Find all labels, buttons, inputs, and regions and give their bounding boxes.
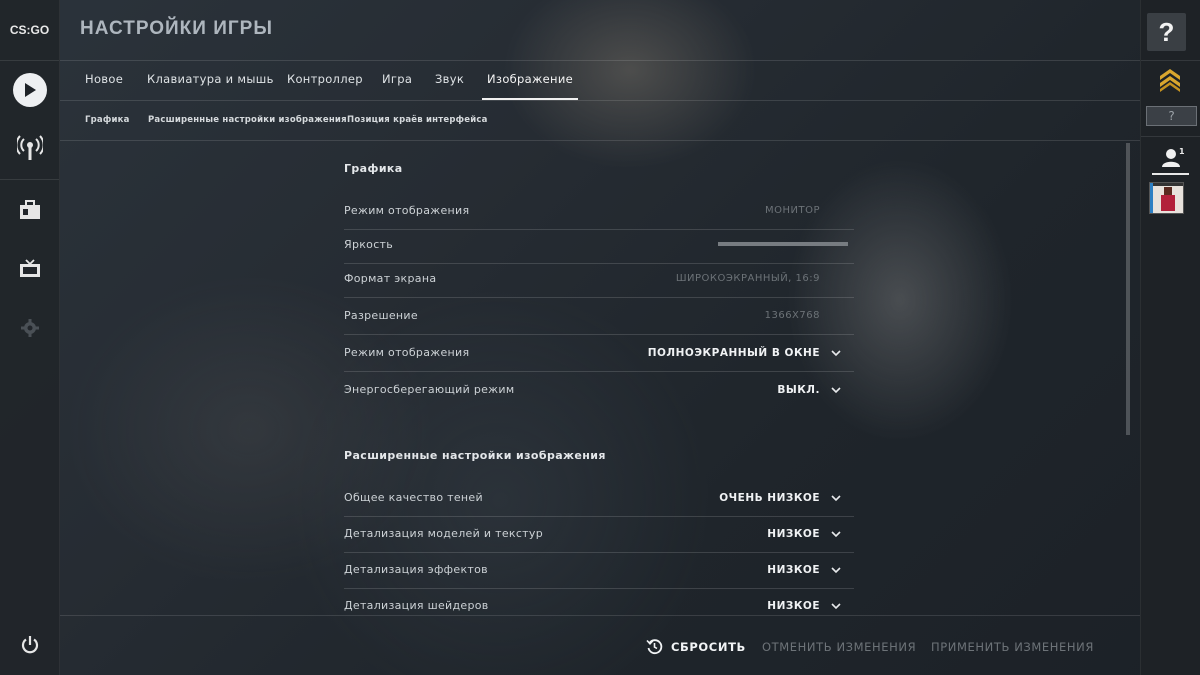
settings-tabs: Новое Клавиатура и мышь Контроллер Игра … <box>60 60 1140 101</box>
video-subtabs: Графика Расширенные настройки изображени… <box>60 100 1140 141</box>
brightness-slider[interactable] <box>718 242 848 246</box>
play-icon <box>12 73 47 107</box>
setting-row-shadow-quality[interactable]: Общее качество теней ОЧЕНЬ НИЗКОЕ <box>344 480 854 517</box>
setting-label: Детализация эффектов <box>344 563 488 576</box>
rank-badge[interactable]: ? <box>1146 106 1197 126</box>
tab-game[interactable]: Игра <box>377 60 417 98</box>
setting-label: Режим отображения <box>344 204 470 217</box>
setting-label: Яркость <box>344 238 394 251</box>
setting-row-aspect-ratio: Формат экрана ШИРОКОЭКРАННЫЙ, 16:9 <box>344 261 854 298</box>
friend-avatar[interactable] <box>1149 182 1184 214</box>
setting-label: Детализация шейдеров <box>344 599 489 612</box>
watch-button[interactable] <box>0 240 59 298</box>
chevron-down-icon[interactable] <box>830 384 842 396</box>
section-title-advanced-video: Расширенные настройки изображения <box>344 449 606 462</box>
setting-row-effect-detail[interactable]: Детализация эффектов НИЗКОЕ <box>344 552 854 589</box>
subtab-advanced-video[interactable]: Расширенные настройки изображения <box>148 100 347 140</box>
friends-tab[interactable] <box>1141 139 1200 177</box>
setting-dropdown-value[interactable]: НИЗКОЕ <box>767 516 820 552</box>
sidebar-divider <box>0 179 59 180</box>
content-scrollbar[interactable] <box>1126 143 1130 435</box>
help-button[interactable]: ? <box>1147 13 1186 51</box>
subtab-graphics[interactable]: Графика <box>85 100 130 140</box>
footer-actions: СБРОСИТЬ ОТМЕНИТЬ ИЗМЕНЕНИЯ ПРИМЕНИТЬ ИЗ… <box>60 615 1140 675</box>
right-sidebar: ? ? 1 <box>1140 0 1200 675</box>
setting-row-display-mode[interactable]: Режим отображения ПОЛНОЭКРАННЫЙ В ОКНЕ <box>344 335 854 372</box>
rank-chevrons-icon <box>1160 69 1180 92</box>
friends-tab-indicator <box>1152 173 1189 175</box>
tab-keyboard-mouse[interactable]: Клавиатура и мышь <box>142 60 279 98</box>
setting-label: Энергосберегающий режим <box>344 383 515 396</box>
page-title: НАСТРОЙКИ ИГРЫ <box>80 18 273 39</box>
chevron-down-icon[interactable] <box>830 347 842 359</box>
settings-button[interactable] <box>0 299 59 357</box>
setting-label: Разрешение <box>344 309 418 322</box>
power-icon <box>21 636 38 654</box>
tab-controller[interactable]: Контроллер <box>282 60 368 98</box>
setting-dropdown-value[interactable]: ПОЛНОЭКРАННЫЙ В ОКНЕ <box>648 335 820 371</box>
setting-value: 1366X768 <box>764 310 820 321</box>
chevron-down-icon[interactable] <box>830 528 842 540</box>
watch-tv-icon <box>19 259 40 277</box>
setting-label: Режим отображения <box>344 346 470 359</box>
setting-row-resolution: Разрешение 1366X768 <box>344 298 854 335</box>
tab-new[interactable]: Новое <box>80 60 128 98</box>
setting-dropdown-value[interactable]: ВЫКЛ. <box>777 372 820 408</box>
left-sidebar: CS:GO <box>0 0 60 675</box>
play-button[interactable] <box>0 61 59 119</box>
section-title-graphics: Графика <box>344 162 403 175</box>
sidebar-divider <box>1141 60 1200 61</box>
settings-content: Графика Режим отображения МОНИТОР Яркост… <box>60 141 1140 615</box>
setting-label: Общее качество теней <box>344 491 483 504</box>
setting-dropdown-value[interactable]: ОЧЕНЬ НИЗКОЕ <box>719 480 820 516</box>
chevron-down-icon[interactable] <box>830 564 842 576</box>
broadcast-button[interactable] <box>0 119 59 177</box>
broadcast-icon <box>16 135 43 160</box>
setting-dropdown-value[interactable]: НИЗКОЕ <box>767 552 820 588</box>
inventory-button[interactable] <box>0 181 59 239</box>
apply-changes-button[interactable]: ПРИМЕНИТЬ ИЗМЕНЕНИЯ <box>931 616 1094 675</box>
setting-value: ШИРОКОЭКРАННЫЙ, 16:9 <box>675 273 820 284</box>
user-icon <box>1161 149 1180 167</box>
reset-label: СБРОСИТЬ <box>671 640 746 654</box>
csgo-logo: CS:GO <box>9 23 50 37</box>
chevron-down-icon[interactable] <box>830 600 842 612</box>
reset-history-icon <box>646 639 663 655</box>
tab-video[interactable]: Изображение <box>482 60 578 100</box>
power-button[interactable] <box>0 616 59 674</box>
header: НАСТРОЙКИ ИГРЫ <box>60 0 1140 61</box>
tab-audio[interactable]: Звук <box>430 60 469 98</box>
settings-gear-icon <box>20 319 39 337</box>
setting-row-brightness: Яркость <box>344 227 854 264</box>
reset-button[interactable]: СБРОСИТЬ <box>646 616 746 675</box>
subtab-hud-edge-position[interactable]: Позиция краёв интерфейса <box>347 100 488 140</box>
friends-count: 1 <box>1179 147 1185 156</box>
setting-dropdown-value[interactable]: НИЗКОЕ <box>767 588 820 615</box>
cancel-changes-button[interactable]: ОТМЕНИТЬ ИЗМЕНЕНИЯ <box>762 616 916 675</box>
setting-row-display-mode-monitor: Режим отображения МОНИТОР <box>344 193 854 230</box>
setting-row-power-saving[interactable]: Энергосберегающий режим ВЫКЛ. <box>344 372 854 408</box>
inventory-icon <box>19 200 40 219</box>
setting-label: Формат экрана <box>344 272 437 285</box>
sidebar-divider <box>1141 136 1200 137</box>
setting-row-model-texture-detail[interactable]: Детализация моделей и текстур НИЗКОЕ <box>344 516 854 553</box>
chevron-down-icon[interactable] <box>830 492 842 504</box>
setting-row-shader-detail[interactable]: Детализация шейдеров НИЗКОЕ <box>344 588 854 615</box>
avatar-image <box>1153 183 1183 213</box>
setting-value: МОНИТОР <box>764 205 820 216</box>
setting-label: Детализация моделей и текстур <box>344 527 543 540</box>
